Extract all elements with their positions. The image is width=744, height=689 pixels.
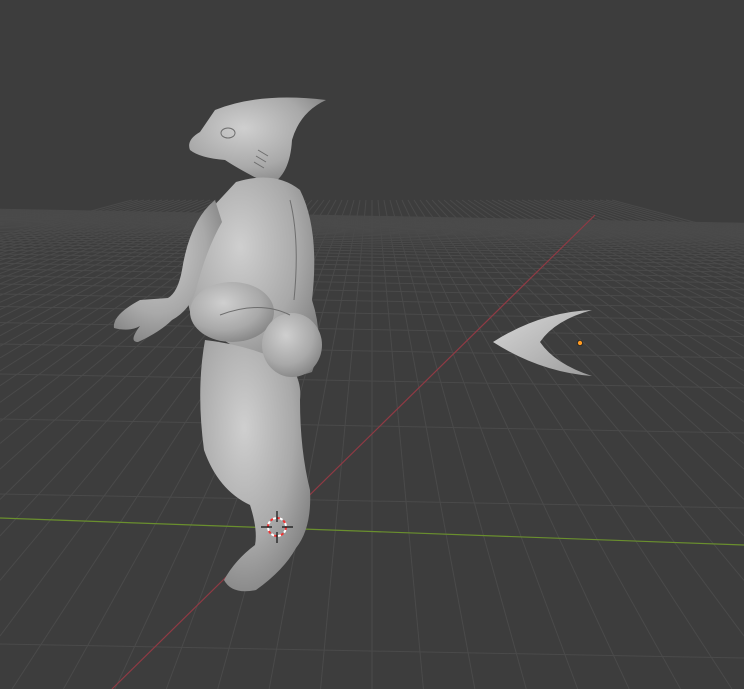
grid-line <box>377 199 424 689</box>
grid-line <box>515 199 744 303</box>
grid-line <box>389 199 527 689</box>
grid-line <box>320 199 367 689</box>
floor-grid <box>0 199 744 689</box>
character-mesh[interactable] <box>113 97 326 592</box>
3d-viewport[interactable] <box>0 0 744 689</box>
object-origin-icon <box>577 339 584 346</box>
viewport-canvas[interactable] <box>0 0 744 689</box>
